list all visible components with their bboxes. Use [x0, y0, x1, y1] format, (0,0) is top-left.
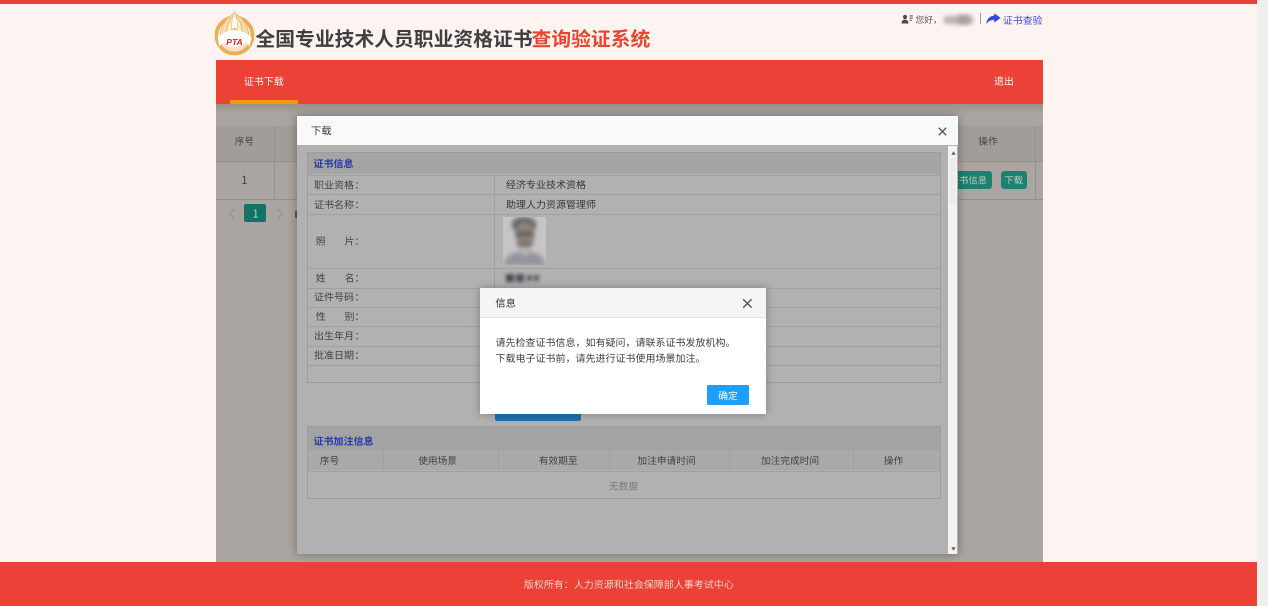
- svg-text:PTA: PTA: [226, 37, 243, 47]
